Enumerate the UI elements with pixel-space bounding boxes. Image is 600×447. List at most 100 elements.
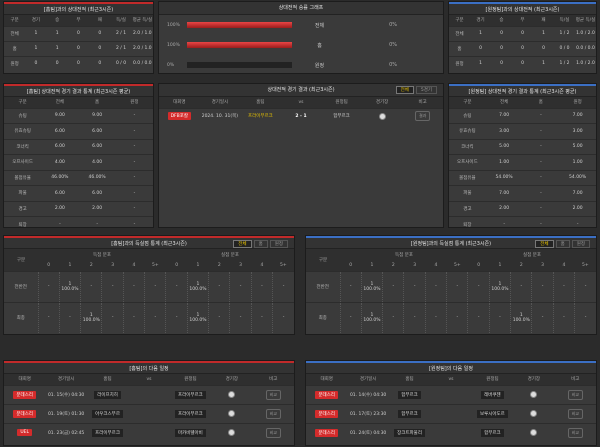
stadium-icon[interactable] [228, 429, 236, 437]
compare-button[interactable]: 비교 [567, 389, 583, 400]
note-cell: 비교 [252, 403, 294, 423]
cell: 1.0 / 2.0 [575, 55, 596, 71]
goal-count: 4 [123, 260, 145, 271]
away-team[interactable]: 보루시아도르 [476, 409, 508, 418]
stadium-icon[interactable] [228, 391, 236, 398]
stadium-icon[interactable] [378, 112, 386, 120]
goal-count: 2 [208, 260, 230, 271]
h2h-home-table: 구분 경기 승 무 패 득/실 평균 득/실 전체 1 1 0 0 2 / 1 2.0 / 1.0 홈 1 1 0… [4, 15, 153, 71]
cell: 9.00 [41, 107, 79, 124]
home-team[interactable]: 프라이부르크 [92, 428, 123, 437]
tab-5games[interactable]: 5경기 [415, 86, 437, 94]
column-header: 경기장 [361, 97, 403, 108]
home-team[interactable]: 프라이부르크 [240, 107, 281, 124]
stadium-icon[interactable] [530, 429, 538, 437]
row-label: 유효슈팅 [4, 123, 42, 139]
stadium-icon[interactable] [228, 410, 236, 417]
cell: - [522, 216, 560, 227]
distribution-cell: - [122, 301, 145, 333]
cell: 0 [46, 55, 68, 71]
cell: 46.00% [41, 169, 79, 186]
away-team[interactable]: 마카비텔아비 [174, 428, 206, 437]
panel-title: [홈팀]의 다음 일정 [4, 361, 294, 374]
row-label: 전체 [4, 25, 26, 41]
cell: 0 [512, 55, 533, 71]
cell: 4.00 [41, 154, 79, 170]
away-team[interactable]: 프라이부르크 [174, 390, 206, 399]
tab-away[interactable]: 원정 [269, 240, 288, 248]
home-team[interactable]: 장크트파울리 [394, 428, 425, 437]
goal-count: 5+ [574, 260, 596, 271]
stadium-icon[interactable] [530, 391, 538, 398]
table-row: 최종 - -1 100.0% - - - -1 100.0% - - - - [4, 301, 294, 333]
goal-count: 2 [80, 260, 102, 271]
cell: - [115, 216, 153, 227]
table-row: 오프사이드 1.00-1.00 [449, 154, 596, 170]
cell: - [522, 154, 560, 170]
goal-count: 1 [187, 260, 209, 271]
tab-all[interactable]: 전체 [233, 240, 252, 248]
away-team[interactable]: 레버쿠젠 [481, 390, 504, 399]
next-away-table: 대회명 경기일시 홈팀 vs 원정팀 경기장 비고 분데스리 01. 14(수) 04:30 함부… [306, 374, 596, 442]
tab-home[interactable]: 홈 [555, 240, 570, 248]
cell: 7.00 [485, 107, 523, 124]
compare-button[interactable]: 비교 [567, 427, 583, 438]
home-team[interactable]: 함부르크 [398, 390, 421, 399]
next-home-table: 대회명 경기일시 홈팀 vs 원정팀 경기장 비고 분데스리 01. 15(수) 04:30 라이… [4, 374, 294, 442]
row-label: 원정 [449, 55, 470, 71]
league-badge: 분데스리 [315, 409, 338, 418]
cell: 1 [533, 55, 554, 71]
row-label: 홈 [4, 40, 26, 56]
panel-title: [원정팀]의 다음 일정 [306, 361, 596, 374]
distribution-cell: - [467, 270, 490, 302]
compare-button[interactable]: 비교 [265, 389, 281, 400]
home-team[interactable]: 아우크스부르 [92, 409, 123, 418]
away-team[interactable]: 함부르크 [321, 107, 362, 124]
date-cell: 01. 15(수) 04:30 [45, 384, 87, 404]
distribution-cell: - [382, 270, 404, 302]
compare-button[interactable]: 비교 [265, 427, 281, 438]
cell: - [115, 123, 153, 139]
compare-button[interactable]: 비교 [265, 408, 281, 419]
league-cell: DFB포칼 [159, 107, 200, 124]
row-label: 경고 [4, 200, 42, 217]
distribution-cell: - [165, 270, 188, 302]
tab-all[interactable]: 전체 [535, 240, 554, 248]
stadium-cell [211, 422, 253, 442]
distribution-cell: - [552, 301, 575, 333]
table-row: 볼점유율 54.00% -54.00% [449, 169, 596, 186]
h2h-away-table: 구분 경기 승 무 패 득/실 평균 득/실 전체 1 0 0 1 1 / 2 1.0 / 2.0 홈 0 0 0… [449, 15, 596, 71]
compare-button[interactable]: 비교 [567, 408, 583, 419]
home-team[interactable]: 라이프치히 [94, 390, 121, 399]
cell: 4.00 [78, 154, 116, 170]
distribution-cell: - [424, 270, 447, 302]
away-team[interactable]: 함부르크 [481, 428, 504, 437]
win-rate-fill [187, 42, 292, 48]
row-label: 퇴장 [449, 216, 486, 227]
result-button[interactable]: 결과 [415, 111, 431, 122]
left-percent: 100% [167, 42, 180, 48]
tab-away[interactable]: 원정 [571, 240, 590, 248]
row-label: 코너킥 [449, 138, 486, 155]
table-row: 유효슈팅 6.00 6.00- [4, 123, 153, 139]
row-label: 코너킥 [4, 138, 42, 155]
away-team[interactable]: 프라이부르크 [174, 409, 206, 418]
cell: 0 [470, 40, 491, 56]
cell: 54.00% [559, 169, 596, 186]
tab-home[interactable]: 홈 [253, 240, 268, 248]
cell: - [522, 123, 560, 139]
row-label: 원정 [314, 62, 325, 69]
column-header: 비고 [252, 374, 294, 385]
home-team[interactable]: 함부르크 [398, 409, 421, 418]
distribution-cell: - [531, 270, 554, 302]
win-rate-row: 100% 전체 0% [159, 15, 443, 35]
cell: 1 [46, 40, 68, 56]
table-row: 분데스리 01. 19(토) 01:30 아우크스부르 프라이부르크 비교 [4, 403, 294, 423]
tab-all[interactable]: 전체 [395, 86, 414, 94]
league-cell: 분데스리 [4, 384, 46, 404]
row-label: 전체 [314, 22, 325, 29]
stadium-icon[interactable] [530, 410, 538, 417]
goal-count: 3 [403, 260, 426, 271]
cell: 5.00 [559, 138, 596, 155]
table-row: 홈00000 / 0 0.0 / 0.0 [449, 40, 596, 56]
